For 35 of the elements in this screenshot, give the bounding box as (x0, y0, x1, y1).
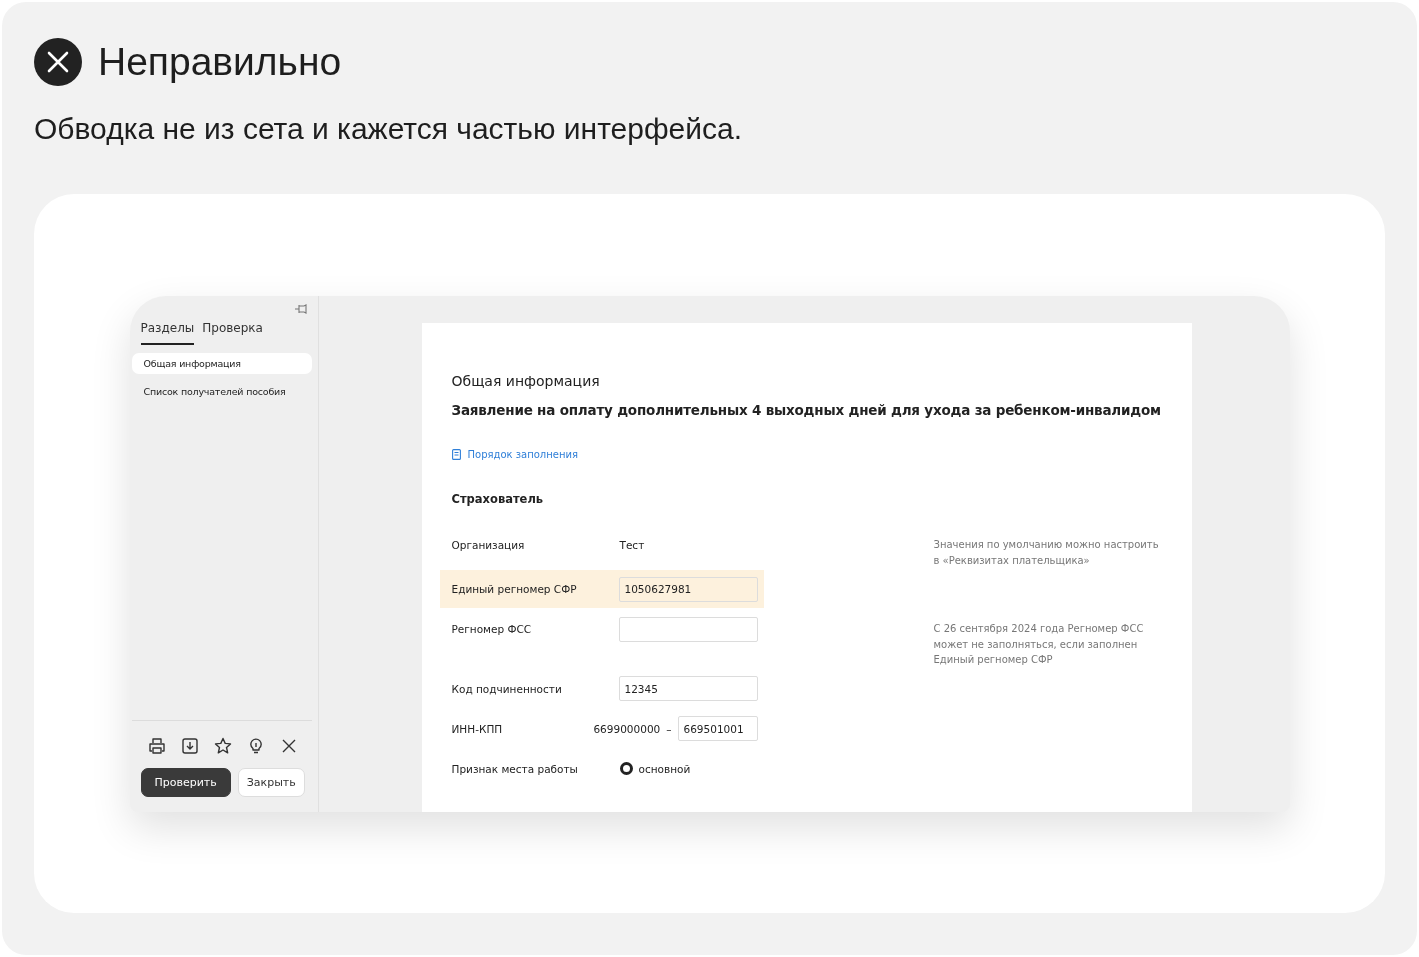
section-title: Общая информация (451, 373, 601, 389)
sidebar-item[interactable]: Общая информация (131, 353, 312, 374)
book-icon (451, 449, 461, 460)
input-field[interactable]: 1050627981 (618, 576, 758, 602)
group-title: Страхователь (451, 492, 545, 506)
close-button[interactable]: Закрыть (237, 768, 305, 797)
tab[interactable]: Проверка (202, 319, 263, 345)
radio-button[interactable] (619, 762, 633, 775)
input-field[interactable] (618, 616, 758, 642)
star-icon[interactable] (213, 737, 232, 755)
download-icon[interactable] (180, 737, 199, 755)
field-value: 6699000000 (593, 722, 661, 735)
description-text: Обводка не из сета и кажется частью интерфейса. (34, 112, 744, 146)
check-button[interactable]: Проверить (140, 768, 231, 797)
field-value: Тест (619, 539, 645, 551)
tab[interactable]: Разделы (140, 319, 195, 345)
hint-text: С 26 сентября 2024 года Регномер ФСС может не заполняться, если заполнен Единый регномер СФР (933, 622, 1145, 667)
heading: Неправильно (98, 40, 342, 84)
input-field[interactable]: 669501001 (677, 716, 758, 741)
separator-dash: – (666, 722, 672, 735)
hint-text: Значения по умолчанию можно настроить в «Реквизитах плательщика» (933, 538, 1160, 568)
print-icon[interactable] (147, 737, 166, 755)
document-title: Заявление на оплату дополнительных 4 выходных дней для ухода за ребенком-инвалидом (451, 402, 1162, 418)
field-label: Код подчиненности (451, 681, 563, 697)
radio-label: основной (638, 762, 691, 775)
field-label: Регномер ФСС (451, 622, 533, 637)
field-label: Организация (451, 538, 526, 553)
pin-icon[interactable] (293, 303, 308, 315)
field-label: ИНН-КПП (451, 721, 504, 737)
field-label: Единый регномер СФР (451, 582, 578, 597)
error-icon (34, 38, 82, 86)
field-label: Признак места работы (451, 761, 579, 777)
help-link[interactable]: Порядок заполнения (451, 449, 578, 460)
sidebar-item[interactable]: Список получателей пособия (131, 381, 312, 402)
input-field[interactable]: 12345 (618, 676, 758, 701)
